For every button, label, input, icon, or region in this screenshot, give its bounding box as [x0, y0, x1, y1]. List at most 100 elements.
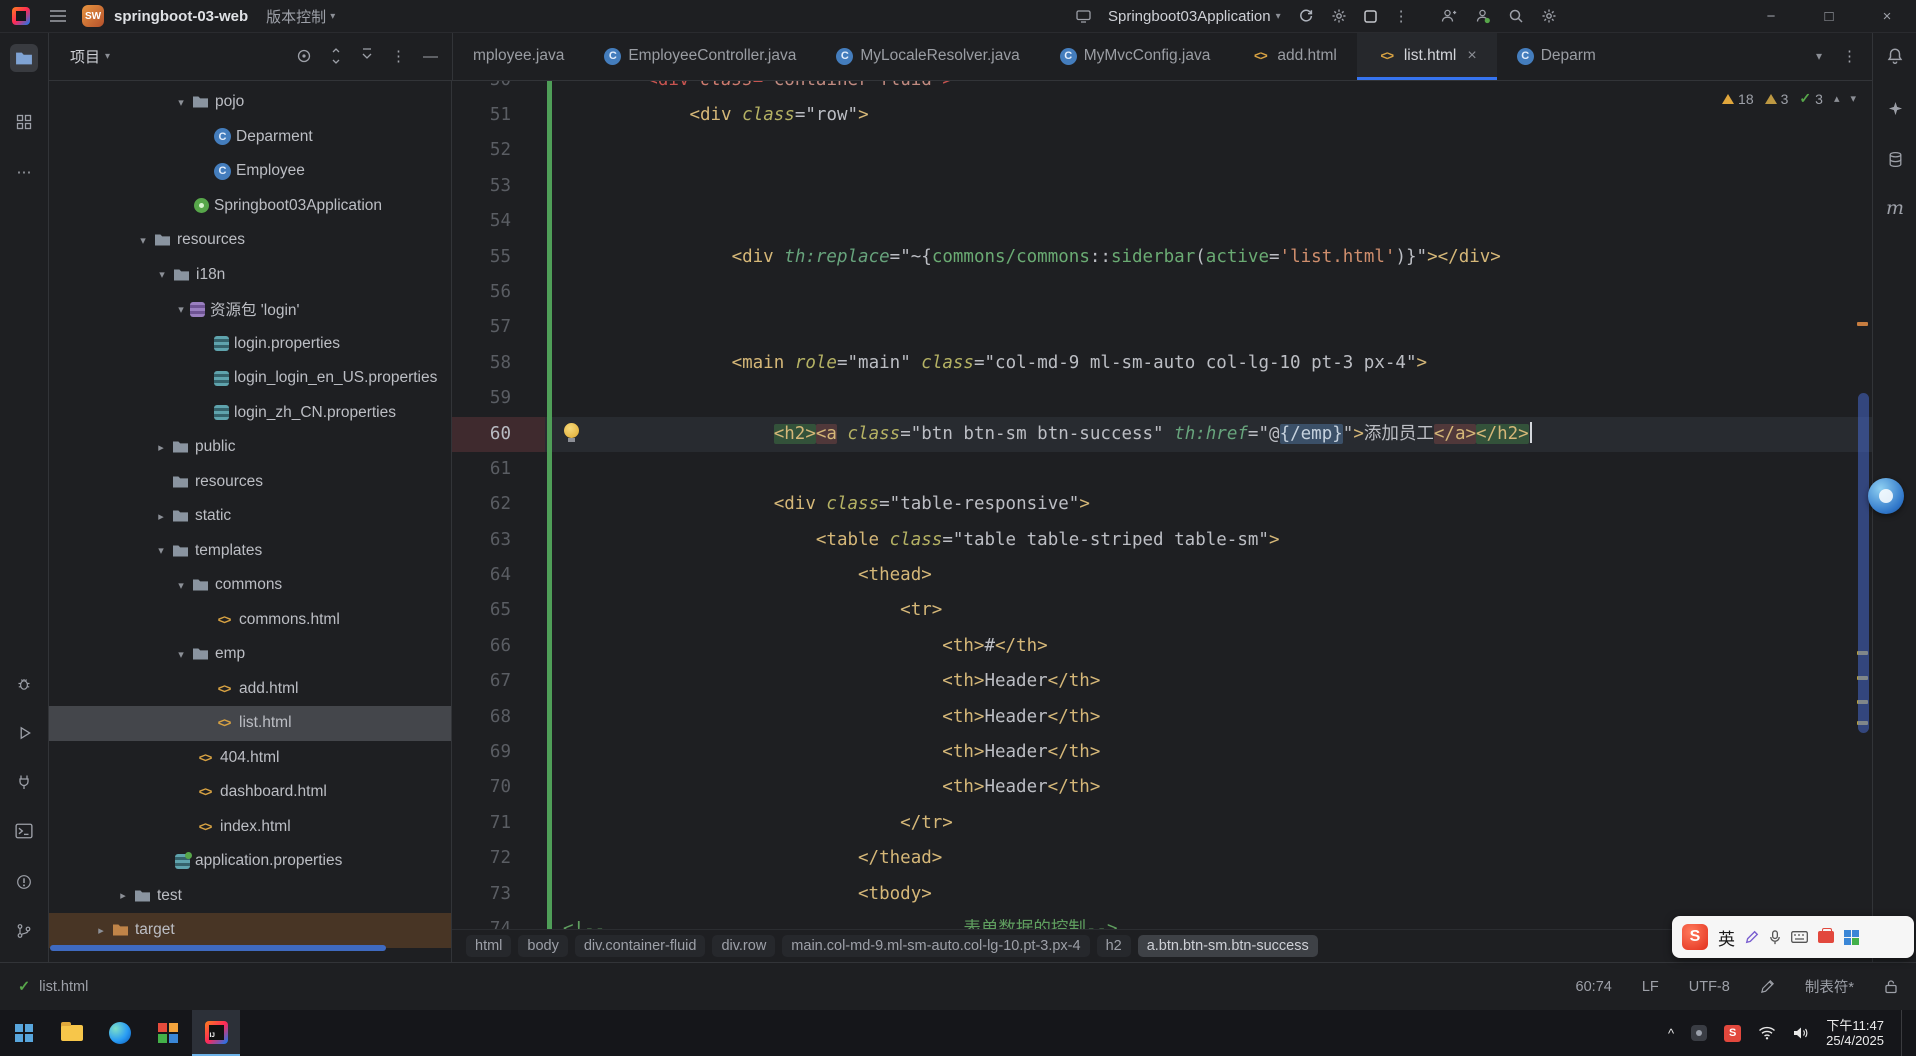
tree-item-static[interactable]: ▸ static	[48, 499, 451, 534]
ime-keyboard-icon[interactable]	[1791, 931, 1808, 943]
ime-toolbox-icon[interactable]	[1818, 928, 1834, 943]
sogou-ime-bar[interactable]: S 英	[1672, 916, 1914, 958]
vcs-widget[interactable]: 版本控制 ▾	[266, 6, 335, 27]
ai-assistant-icon[interactable]	[1881, 94, 1909, 122]
sogou-tray-icon[interactable]: S	[1724, 1024, 1742, 1042]
status-file-name[interactable]: list.html	[39, 979, 88, 995]
breadcrumb-item-body[interactable]: body	[518, 935, 568, 957]
run-settings-gear-icon[interactable]	[1331, 8, 1347, 24]
error-stripe-mark[interactable]	[1857, 322, 1868, 326]
taskbar-clock[interactable]: 下午11:47 25/4/2025	[1826, 1018, 1884, 1048]
line-separator[interactable]: LF	[1642, 979, 1659, 995]
code-line-60[interactable]: 60 <h2><a class="btn btn-sm btn-success"…	[452, 416, 1872, 453]
tree-item-add-html[interactable]: <> add.html	[48, 672, 451, 707]
more-actions-icon[interactable]: ⋮	[1394, 7, 1409, 25]
ime-mic-icon[interactable]	[1769, 929, 1781, 945]
panel-options-icon[interactable]: ⋮	[391, 47, 406, 65]
indent-style[interactable]: 制表符*	[1805, 976, 1854, 997]
chevron-closed-icon[interactable]: ▸	[152, 510, 170, 523]
chevron-closed-icon[interactable]: ▸	[114, 889, 132, 902]
tray-app-icon[interactable]	[1691, 1025, 1708, 1041]
breadcrumb-item-h2[interactable]: h2	[1096, 935, 1131, 957]
start-button[interactable]	[0, 1010, 48, 1056]
tree-item-login-zh-cn-properties[interactable]: login_zh_CN.properties	[48, 396, 451, 431]
code-line-71[interactable]: 71 </tr>	[452, 805, 1872, 842]
version-control-tool-icon[interactable]	[10, 917, 38, 945]
run-config-selector[interactable]: Springboot03Application ▾	[1108, 8, 1281, 25]
tree-item-resources[interactable]: resources	[48, 465, 451, 500]
debug-tool-icon[interactable]	[10, 670, 38, 698]
tree-item-404-html[interactable]: <> 404.html	[48, 741, 451, 776]
tray-expand-icon[interactable]: ^	[1668, 1026, 1674, 1041]
tree-item-i18n[interactable]: ▾ i18n	[48, 258, 451, 293]
pen-icon[interactable]	[1760, 979, 1775, 994]
editor-tab-mymvcconfig-java[interactable]: C MyMvcConfig.java	[1040, 32, 1231, 80]
tree-item-commons[interactable]: ▾ commons	[48, 568, 451, 603]
run-tool-icon[interactable]	[10, 719, 38, 747]
tree-item-index-html[interactable]: <> index.html	[48, 810, 451, 845]
maximize-button[interactable]: □	[1800, 8, 1858, 25]
code-line-67[interactable]: 67 <th>Header</th>	[452, 664, 1872, 701]
tree-item-pojo[interactable]: ▾ pojo	[48, 85, 451, 120]
code-line-69[interactable]: 69 <th>Header</th>	[452, 735, 1872, 771]
tree-item-employee[interactable]: C Employee	[48, 154, 451, 189]
code-line-66[interactable]: 66 <th>#</th>	[452, 628, 1872, 665]
code-line-61[interactable]: 61	[452, 451, 1872, 488]
ime-grid-icon[interactable]	[1844, 929, 1859, 945]
code-line-53[interactable]: 53	[452, 168, 1872, 205]
close-tab-icon[interactable]: ×	[1467, 47, 1476, 65]
show-desktop-button[interactable]	[1901, 1010, 1908, 1056]
project-tool-icon[interactable]	[10, 44, 38, 72]
expand-collapse-icon[interactable]	[329, 48, 343, 64]
endpoints-tool-icon[interactable]	[10, 768, 38, 796]
code-line-70[interactable]: 70 <th>Header</th>	[452, 770, 1872, 807]
add-user-icon[interactable]	[1440, 8, 1457, 24]
code-line-68[interactable]: 68 <th>Header</th>	[452, 699, 1872, 736]
breadcrumb-item-div-row[interactable]: div.row	[712, 935, 776, 957]
collapse-all-icon[interactable]	[360, 48, 374, 64]
main-menu-icon[interactable]	[50, 10, 66, 22]
intellij-taskbar-button[interactable]: IJ	[192, 1010, 240, 1056]
problems-tool-icon[interactable]	[10, 868, 38, 896]
settings-gear-icon[interactable]	[1541, 8, 1557, 24]
tree-item-test[interactable]: ▸ test	[48, 879, 451, 914]
notifications-bell-icon[interactable]	[1881, 42, 1909, 70]
breadcrumb-item-main-col-md-9-ml-sm-auto-col-lg-10-pt-3-px-4[interactable]: main.col-md-9.ml-sm-auto.col-lg-10.pt-3.…	[782, 935, 1090, 957]
wifi-icon[interactable]	[1758, 1026, 1776, 1040]
chevron-open-icon[interactable]: ▾	[172, 579, 190, 592]
project-avatar[interactable]: SW	[82, 5, 104, 27]
database-icon[interactable]	[1881, 145, 1909, 173]
tree-item-emp[interactable]: ▾ emp	[48, 637, 451, 672]
code-line-55[interactable]: 55 <div th:replace="~{commons/commons::s…	[452, 239, 1872, 276]
tree-item-dashboard-html[interactable]: <> dashboard.html	[48, 775, 451, 810]
sogou-logo-icon[interactable]: S	[1682, 924, 1708, 950]
chevron-closed-icon[interactable]: ▸	[152, 441, 170, 454]
code-line-64[interactable]: 64 <thead>	[452, 558, 1872, 594]
tree-item-target[interactable]: ▸ target	[48, 913, 451, 948]
profile-icon[interactable]	[1474, 8, 1491, 24]
tree-item-commons-html[interactable]: <> commons.html	[48, 603, 451, 638]
vertical-scrollbar[interactable]	[1858, 393, 1869, 733]
chevron-open-icon[interactable]: ▾	[152, 544, 170, 557]
editor-tab-list-html[interactable]: <> list.html ×	[1356, 32, 1497, 80]
tree-item-public[interactable]: ▸ public	[48, 430, 451, 465]
code-line-58[interactable]: 58 <main role="main" class="col-md-9 ml-…	[452, 345, 1872, 382]
locate-file-icon[interactable]	[296, 48, 312, 64]
maven-icon[interactable]: m	[1881, 194, 1909, 222]
code-line-62[interactable]: 62 <div class="table-responsive">	[452, 487, 1872, 524]
file-encoding[interactable]: UTF-8	[1689, 979, 1730, 995]
lock-icon[interactable]	[1884, 979, 1898, 994]
chevron-open-icon[interactable]: ▾	[172, 96, 190, 109]
chevron-open-icon[interactable]: ▾	[172, 303, 190, 316]
code-line-50[interactable]: 50 <div class="container-fluid">	[452, 80, 1872, 99]
ime-language-indicator[interactable]: 英	[1718, 925, 1735, 950]
chevron-open-icon[interactable]: ▾	[172, 648, 190, 661]
code-line-59[interactable]: 59	[452, 381, 1872, 417]
search-icon[interactable]	[1508, 8, 1524, 24]
breadcrumb-item-div-container-fluid[interactable]: div.container-fluid	[574, 935, 706, 957]
breadcrumb-item-a-btn-btn-sm-btn-success[interactable]: a.btn.btn-sm.btn-success	[1137, 935, 1318, 957]
tree-item-list-html[interactable]: <> list.html	[48, 706, 451, 741]
code-line-72[interactable]: 72 </thead>	[452, 841, 1872, 877]
chevron-open-icon[interactable]: ▾	[153, 268, 171, 281]
code-line-51[interactable]: 51 <div class="row">	[452, 98, 1872, 134]
